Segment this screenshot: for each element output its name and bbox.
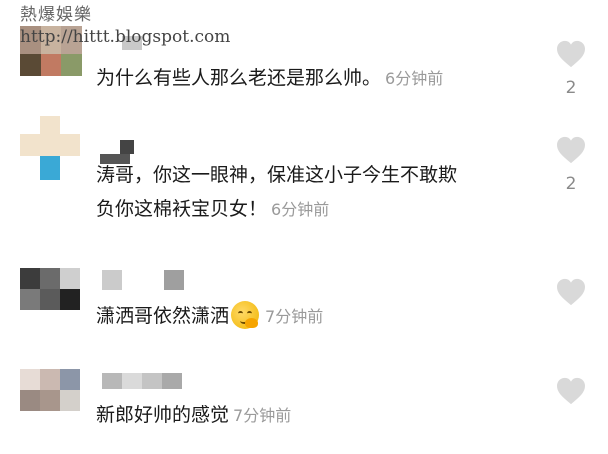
avatar[interactable] [20, 116, 80, 180]
comment-text: 新郎好帅的感觉 7分钟前 [96, 399, 291, 432]
comment-item: 涛哥，你这一眼神，保准这小子今生不敢欺 负你这棉袄宝贝女！ 6分钟前 2 [0, 110, 608, 250]
like-count: 2 [565, 174, 577, 194]
heart-icon [557, 136, 585, 164]
comment-item: 新郎好帅的感觉 7分钟前 [0, 355, 608, 454]
like-button[interactable] [554, 278, 588, 306]
like-button[interactable]: 2 [554, 136, 588, 194]
like-button[interactable] [554, 377, 588, 405]
username-blurred[interactable] [102, 373, 182, 389]
avatar[interactable] [20, 268, 80, 310]
watermark: 熱爆娛樂 http://hittt.blogspot.com [20, 4, 230, 48]
comment-time: 7分钟前 [233, 406, 292, 425]
comment-text: 涛哥，你这一眼神，保准这小子今生不敢欺 负你这棉袄宝贝女！ 6分钟前 [96, 158, 457, 227]
username-blurred[interactable] [100, 140, 134, 164]
comment-text: 为什么有些人那么老还是那么帅。 6分钟前 [96, 62, 443, 95]
comment-item: 潇洒哥依然潇洒 7分钟前 [0, 250, 608, 355]
comment-text: 潇洒哥依然潇洒 7分钟前 [96, 300, 323, 333]
heart-icon [557, 278, 585, 306]
watermark-url: http://hittt.blogspot.com [20, 27, 231, 47]
smirk-emoji-icon [231, 300, 260, 329]
heart-icon [557, 40, 585, 68]
comment-time: 6分钟前 [385, 69, 444, 88]
heart-icon [557, 377, 585, 405]
comment-body-line-2: 负你这棉袄宝贝女！ [96, 198, 268, 220]
comment-body: 潇洒哥依然潇洒 [96, 305, 230, 327]
watermark-title: 熱爆娛樂 [20, 5, 92, 25]
comment-body: 为什么有些人那么老还是那么帅。 [96, 67, 382, 89]
comment-body: 新郎好帅的感觉 [96, 404, 230, 426]
username-blurred[interactable] [102, 270, 184, 290]
comment-time: 7分钟前 [265, 307, 324, 326]
like-count: 2 [565, 78, 577, 98]
avatar[interactable] [20, 369, 80, 411]
comment-time: 6分钟前 [271, 200, 330, 219]
like-button[interactable]: 2 [554, 40, 588, 98]
comment-body-line-1: 涛哥，你这一眼神，保准这小子今生不敢欺 [96, 164, 458, 186]
